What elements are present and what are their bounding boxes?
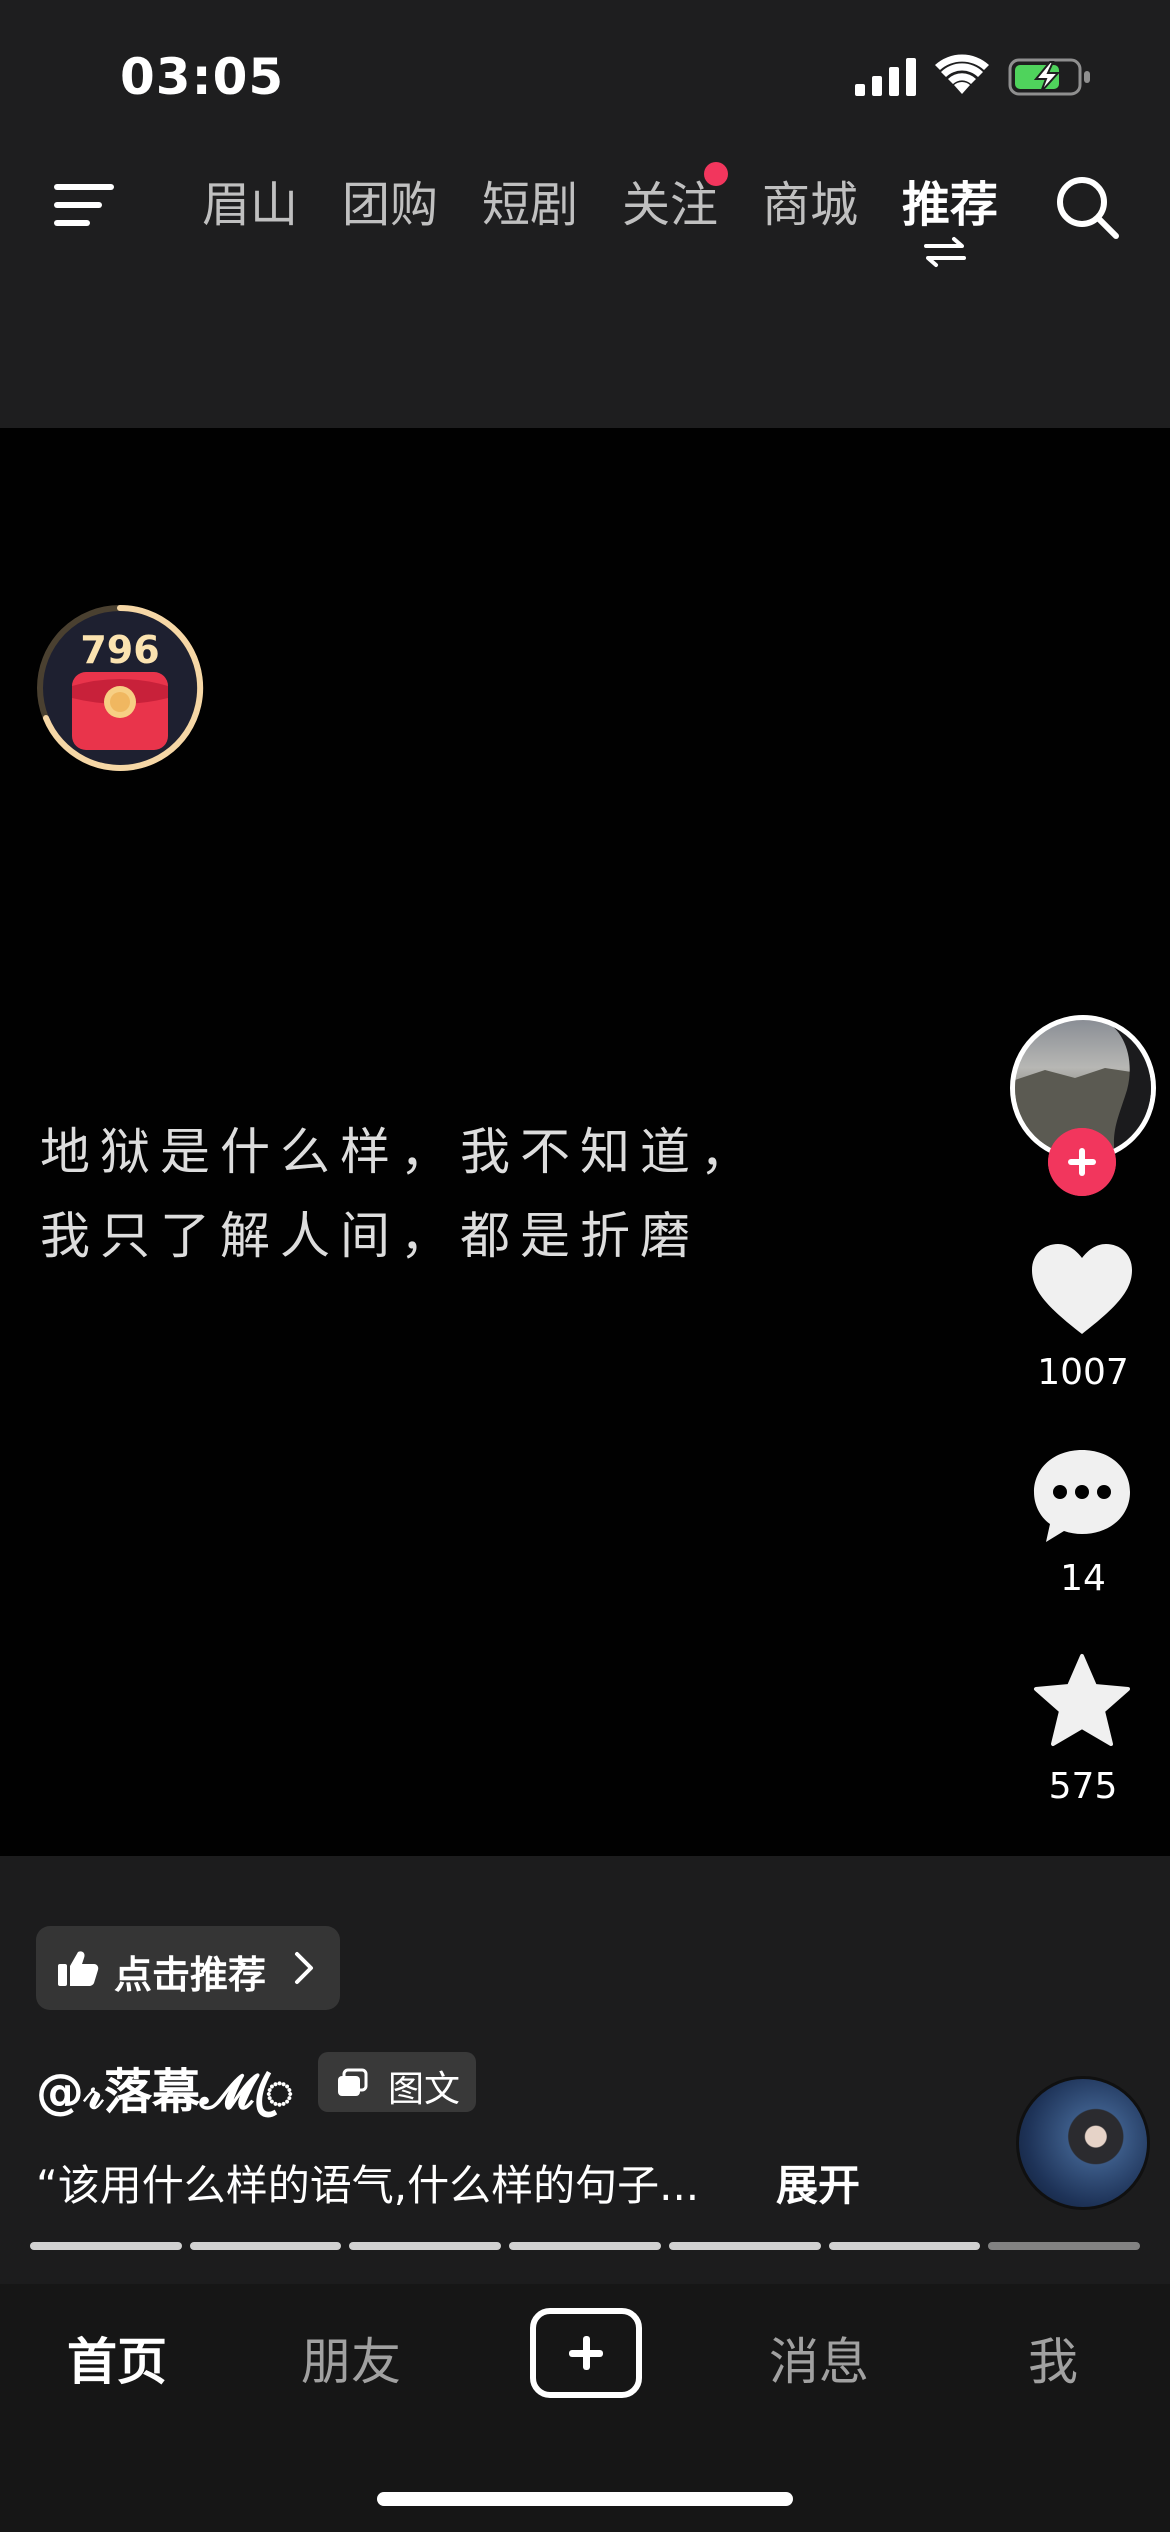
tab-short-drama[interactable]: 短剧 — [460, 170, 600, 250]
tab-friends[interactable]: 朋友 — [234, 2322, 468, 2394]
top-nav-tabs: 眉山 团购 短剧 关注 商城 推荐 — [180, 162, 1020, 250]
status-time: 03:05 — [120, 48, 285, 106]
menu-icon[interactable] — [52, 178, 116, 232]
tab-mall[interactable]: 商城 — [740, 170, 880, 250]
notification-dot — [704, 162, 728, 186]
swap-icon[interactable] — [922, 236, 968, 268]
follow-button[interactable] — [1048, 1128, 1116, 1196]
progress-segment — [349, 2242, 502, 2250]
expand-link[interactable]: 展开 — [776, 2152, 860, 2213]
chevron-right-icon — [295, 1952, 313, 1984]
progress-segment — [509, 2242, 661, 2250]
image-progress-bar — [30, 2242, 1141, 2250]
create-post-button[interactable] — [530, 2308, 642, 2398]
tab-home[interactable]: 首页 — [0, 2322, 234, 2394]
thumbs-up-icon — [58, 1951, 99, 1986]
comment-icon[interactable] — [1026, 1446, 1138, 1546]
tab-me[interactable]: 我 — [936, 2322, 1170, 2394]
favorite-count: 575 — [1048, 1766, 1118, 1807]
progress-segment — [668, 2242, 821, 2250]
caption-line-1: 地狱是什么样，我不知道， — [40, 1123, 760, 1181]
like-icon[interactable] — [1026, 1240, 1138, 1340]
tab-group-buy[interactable]: 团购 — [320, 170, 460, 250]
caption-line-2: 我只了解人间，都是折磨 — [40, 1207, 700, 1265]
progress-segment — [189, 2242, 342, 2250]
tab-meishan[interactable]: 眉山 — [180, 170, 320, 250]
post-description[interactable]: “该用什么样的语气,什么样的句子... — [36, 2152, 699, 2213]
favorite-star-icon[interactable] — [1026, 1652, 1138, 1752]
recommend-label: 点击推荐 — [114, 1953, 267, 1997]
image-post-icon — [338, 2068, 368, 2096]
wifi-icon — [935, 54, 989, 94]
author-username[interactable]: @𝓇落幕𝓜ꦿ — [36, 2052, 294, 2152]
music-disc-avatar[interactable] — [1016, 2076, 1150, 2210]
post-type-label: 图文 — [388, 2069, 461, 2110]
progress-segment — [30, 2242, 182, 2250]
battery-charging-icon — [1008, 58, 1090, 96]
cellular-signal-icon — [855, 58, 916, 96]
post-caption: 地狱是什么样，我不知道， 我只了解人间，都是折磨 — [40, 1110, 760, 1278]
progress-segment-current — [988, 2242, 1141, 2250]
red-packet-count: 796 — [80, 628, 160, 672]
like-count: 1007 — [1037, 1352, 1129, 1393]
tab-following[interactable]: 关注 — [600, 162, 740, 250]
comment-count: 14 — [1060, 1558, 1106, 1599]
home-indicator — [377, 2492, 793, 2506]
progress-segment — [828, 2242, 981, 2250]
search-icon[interactable] — [1052, 172, 1122, 242]
tab-messages[interactable]: 消息 — [702, 2322, 936, 2394]
